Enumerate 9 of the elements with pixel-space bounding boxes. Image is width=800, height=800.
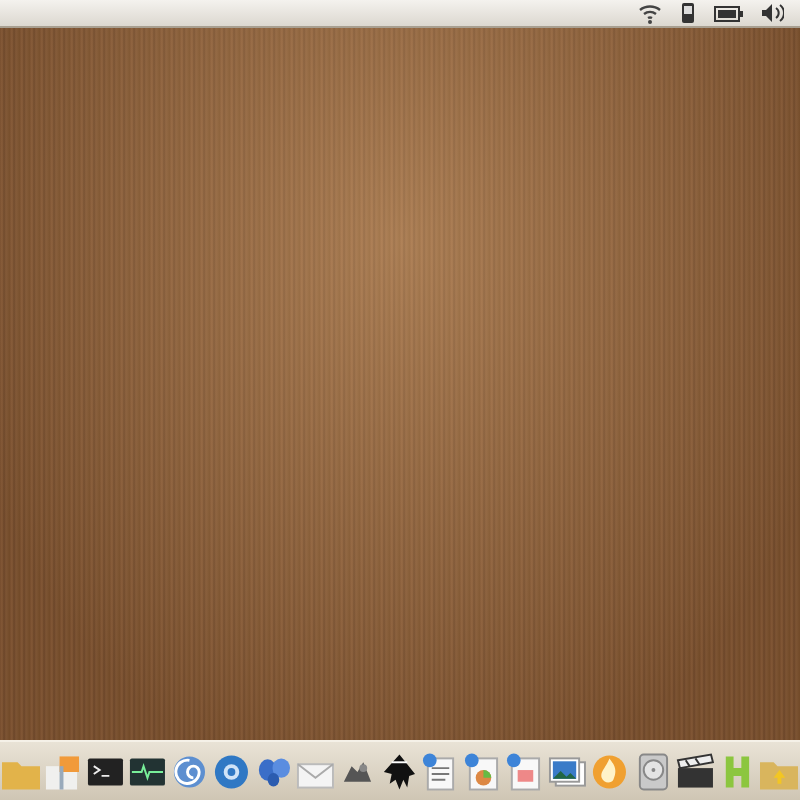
battery-icon[interactable] bbox=[714, 3, 744, 23]
globe-icon[interactable] bbox=[212, 751, 251, 791]
phone-icon[interactable] bbox=[678, 2, 698, 24]
volume-icon[interactable] bbox=[760, 2, 784, 24]
photo-stack-icon[interactable] bbox=[548, 751, 588, 791]
spreadsheet-icon[interactable] bbox=[464, 751, 504, 791]
wifi-icon[interactable] bbox=[638, 2, 662, 24]
clapperboard-icon[interactable] bbox=[675, 751, 714, 791]
presentation-icon[interactable] bbox=[506, 751, 546, 791]
